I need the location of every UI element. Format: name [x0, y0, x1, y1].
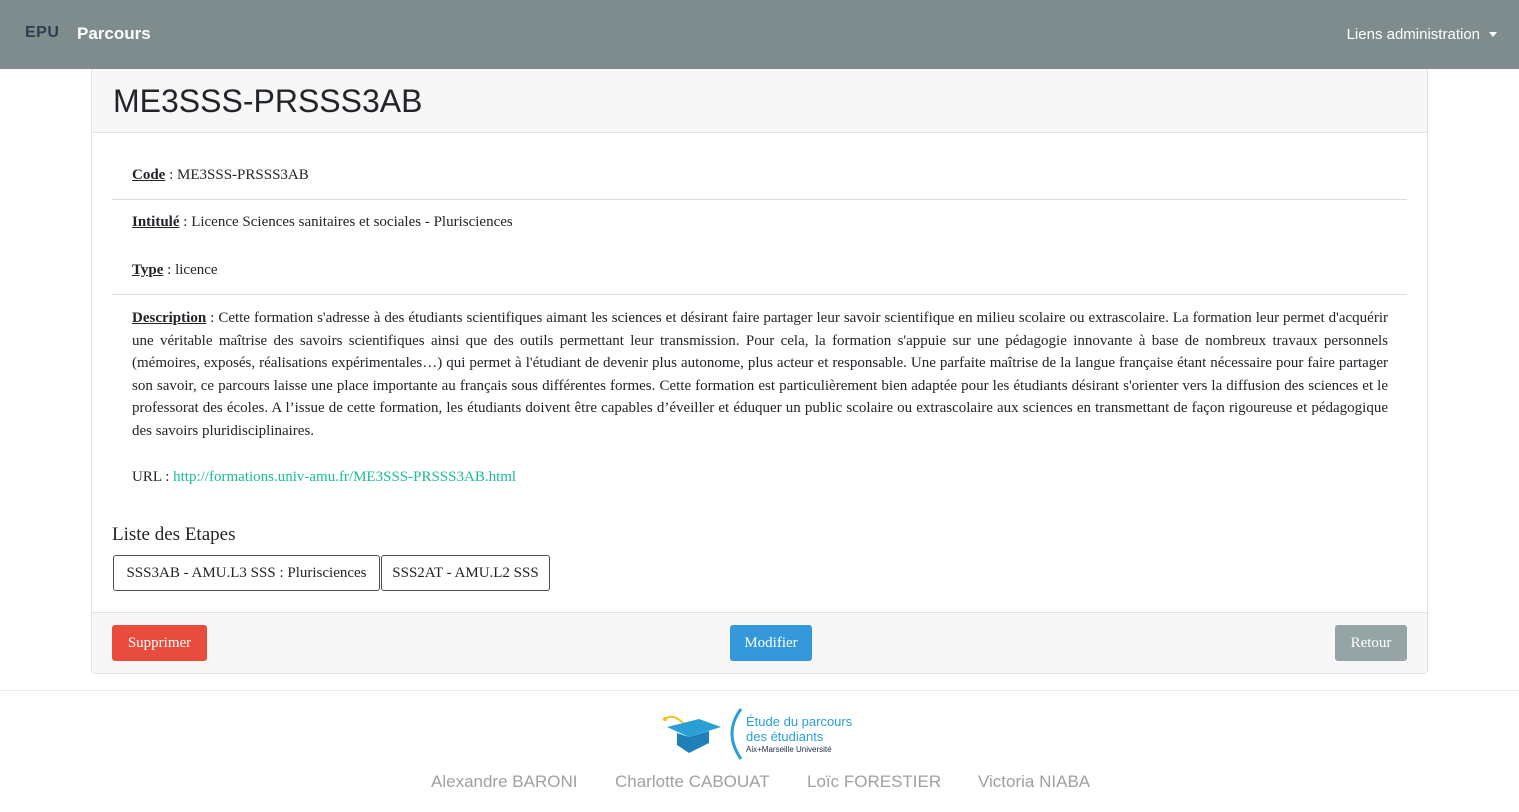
author-name: Charlotte CABOUAT: [615, 772, 770, 791]
etapes-section-title: Liste des Etapes: [112, 524, 236, 545]
author-name: Alexandre BARONI: [431, 772, 578, 791]
intitule-value: Licence Sciences sanitaires et sociales …: [191, 214, 513, 230]
divider: [112, 199, 1407, 200]
caret-down-icon: [1489, 32, 1497, 37]
brand-epu-link[interactable]: EPU: [25, 24, 59, 42]
url-separator: :: [165, 469, 174, 485]
card-footer: Supprimer Modifier Retour: [92, 612, 1427, 673]
etape-button[interactable]: SSS3AB - AMU.L3 SSS : Plurisciences: [113, 555, 380, 591]
intitule-separator: :: [183, 214, 192, 230]
footer-divider: [0, 690, 1519, 691]
admin-links-dropdown[interactable]: Liens administration: [1347, 26, 1497, 43]
intitule-field: Intitulé : Licence Sciences sanitaires e…: [132, 214, 513, 231]
url-field: URL : http://formations.univ-amu.fr/ME3S…: [132, 469, 516, 486]
card-header: ME3SSS-PRSSS3AB: [92, 69, 1427, 133]
code-separator: :: [169, 167, 178, 183]
description-value: Cette formation s'adresse à des étudiant…: [132, 310, 1388, 439]
type-value: licence: [175, 262, 218, 278]
code-label: Code: [132, 167, 166, 183]
divider: [112, 294, 1407, 295]
author-name: Victoria NIABA: [978, 772, 1091, 791]
logo-title-line1: Étude du parcours: [746, 714, 853, 729]
type-separator: :: [167, 262, 176, 278]
description-field: Description : Cette formation s'adresse …: [132, 307, 1388, 443]
code-value: ME3SSS-PRSSS3AB: [177, 167, 309, 183]
admin-links-label: Liens administration: [1346, 26, 1480, 43]
delete-button[interactable]: Supprimer: [112, 625, 207, 661]
nav-parcours-link[interactable]: Parcours: [77, 24, 151, 44]
url-label: URL: [132, 469, 162, 485]
code-field: Code : ME3SSS-PRSSS3AB: [132, 167, 309, 184]
top-navbar: EPU Parcours Liens administration: [0, 0, 1519, 69]
logo-university: Aix+Marseille Université: [746, 745, 832, 754]
page-title: ME3SSS-PRSSS3AB: [113, 83, 423, 119]
etape-button[interactable]: SSS2AT - AMU.L2 SSS: [381, 555, 550, 591]
author-name: Loïc FORESTIER: [807, 772, 942, 791]
formation-url-link[interactable]: http://formations.univ-amu.fr/ME3SSS-PRS…: [173, 469, 516, 485]
type-label: Type: [132, 262, 164, 278]
intitule-label: Intitulé: [132, 214, 180, 230]
back-button[interactable]: Retour: [1335, 625, 1407, 661]
parcours-card: ME3SSS-PRSSS3AB Code : ME3SSS-PRSSS3AB I…: [91, 69, 1428, 674]
logo-title-line2: des étudiants: [746, 729, 824, 744]
edit-button[interactable]: Modifier: [730, 625, 812, 661]
type-field: Type : licence: [132, 262, 218, 279]
description-label: Description: [132, 310, 207, 326]
